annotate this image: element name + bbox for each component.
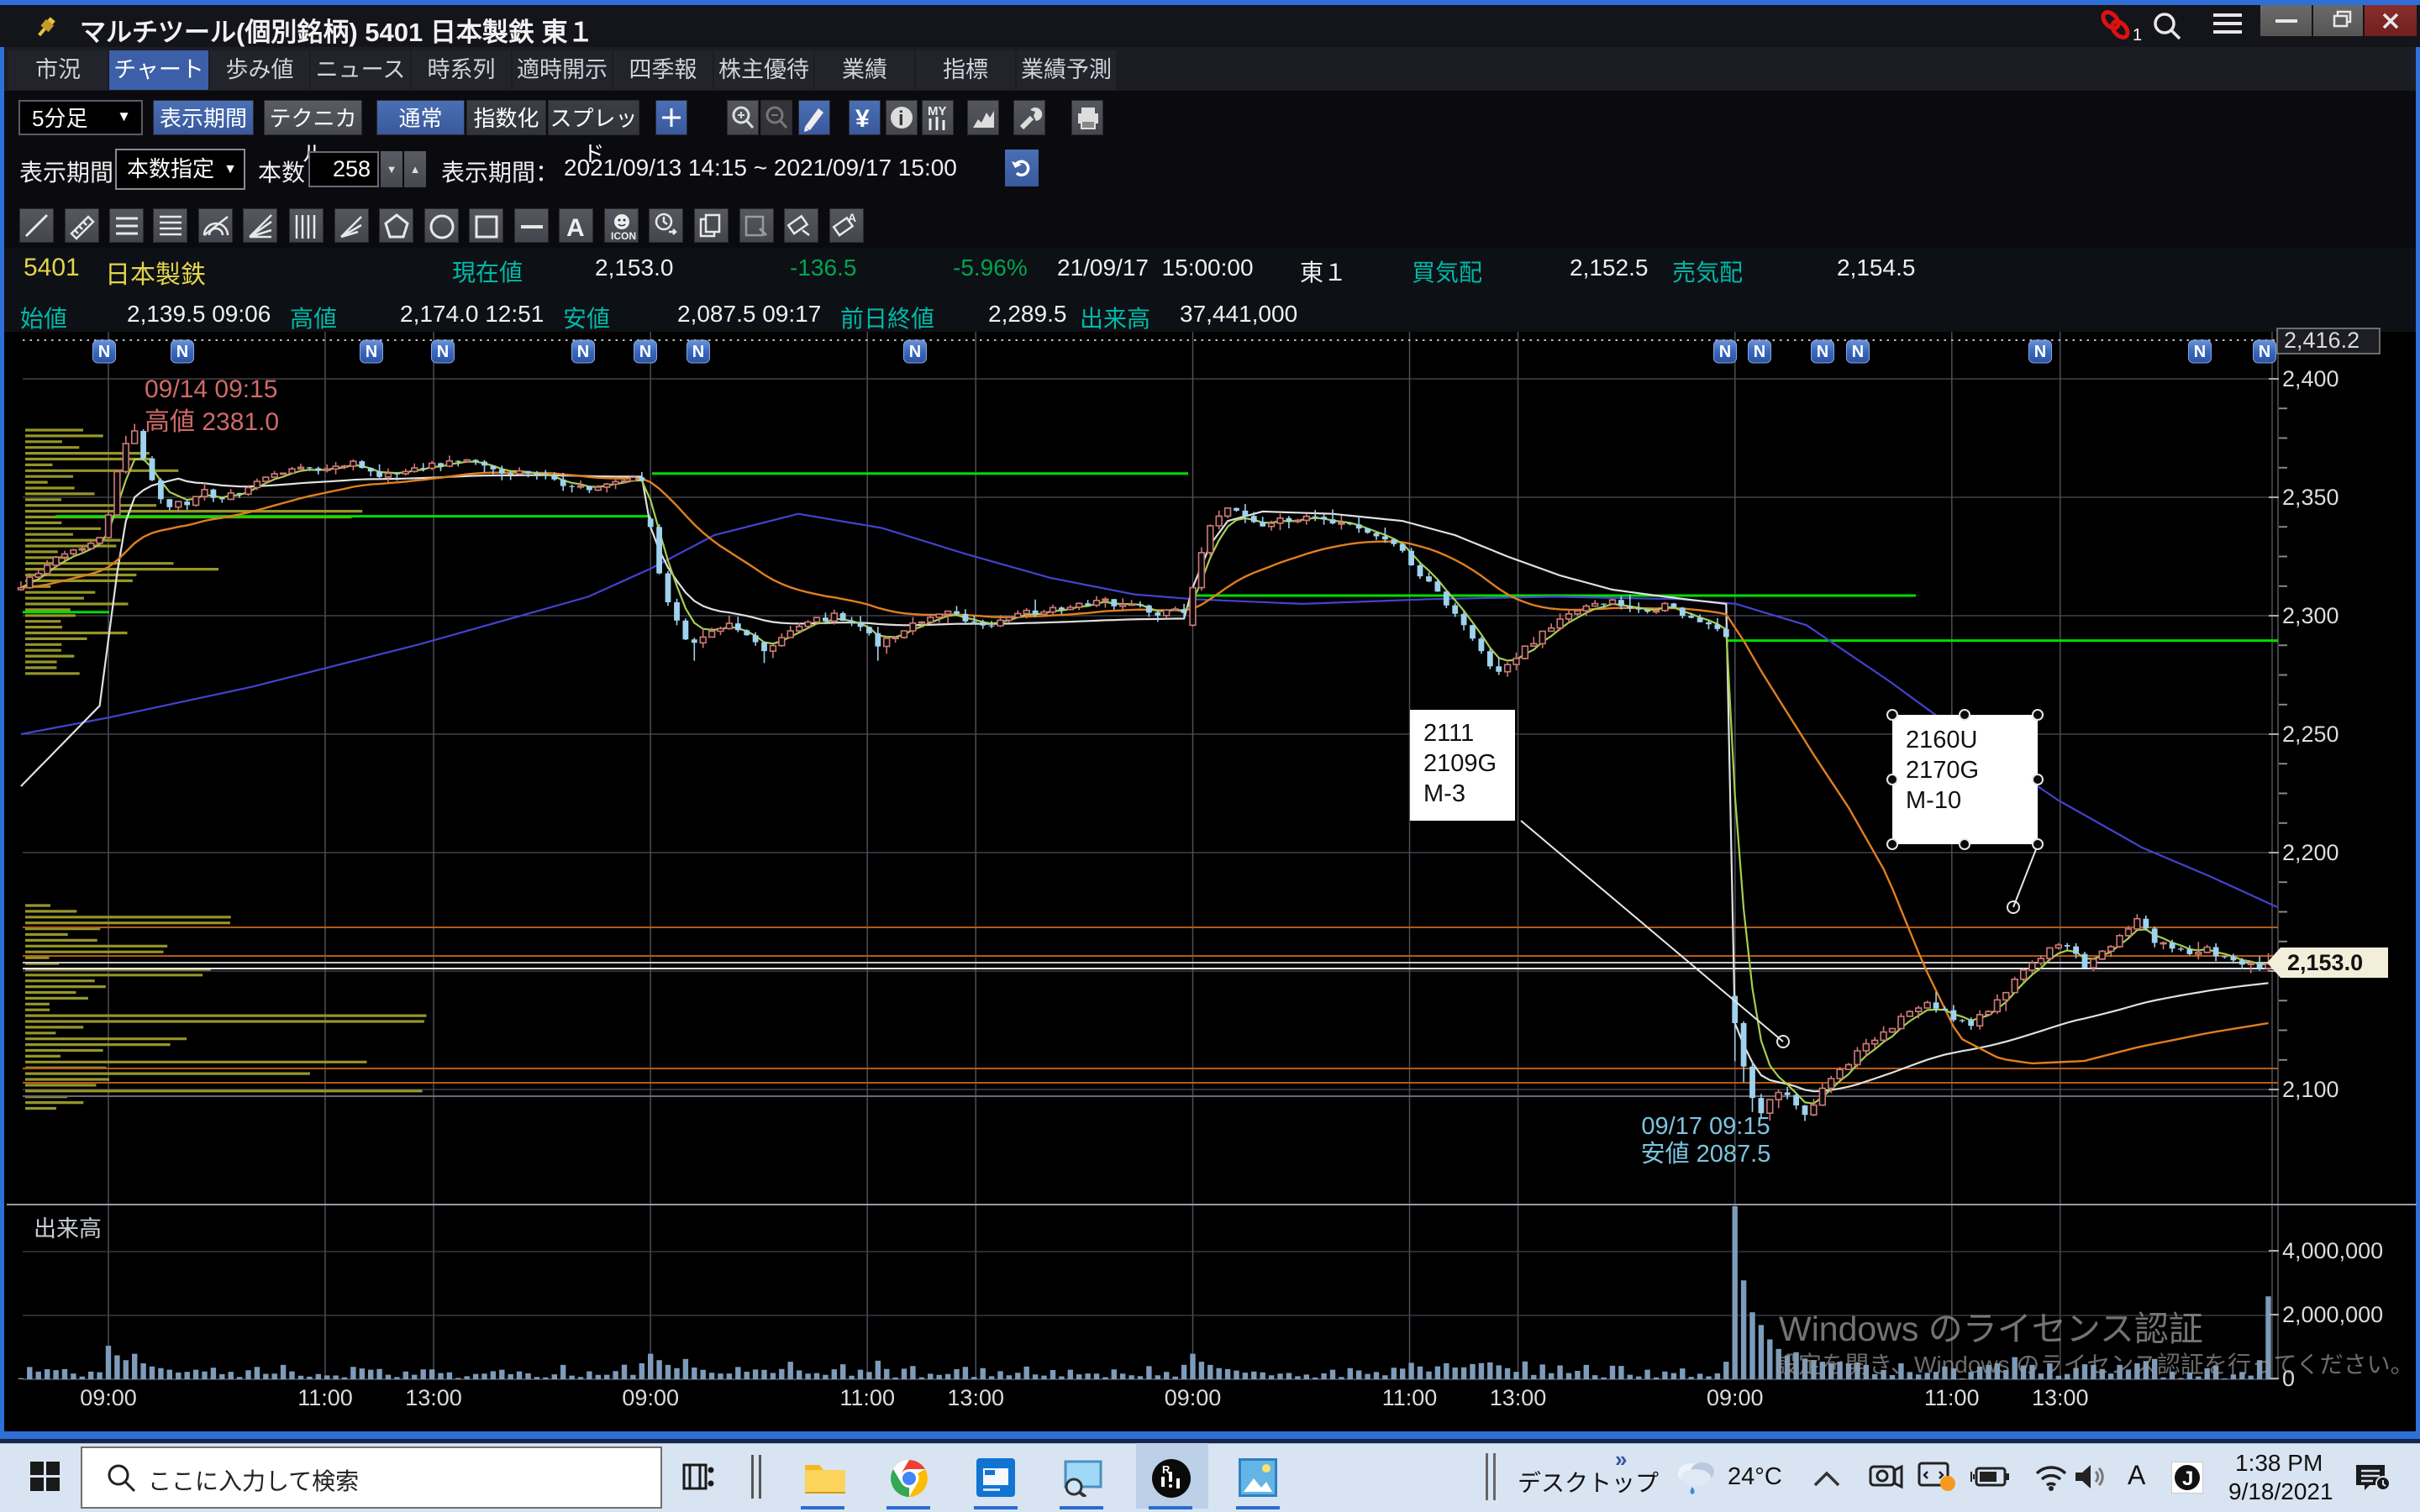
svg-text:2,100: 2,100 xyxy=(2282,1077,2339,1102)
svg-text:出来高: 出来高 xyxy=(34,1216,102,1242)
svg-text:2,400: 2,400 xyxy=(2282,366,2339,391)
svg-text:N: N xyxy=(437,343,449,361)
svg-text:M-10: M-10 xyxy=(1906,787,1961,814)
svg-text:J: J xyxy=(2182,1467,2193,1490)
svg-text:13:00: 13:00 xyxy=(1490,1385,1547,1410)
svg-text:09:00: 09:00 xyxy=(80,1385,137,1410)
svg-text:2111: 2111 xyxy=(1423,720,1474,747)
svg-text:2170G: 2170G xyxy=(1906,757,1979,784)
svg-text:N: N xyxy=(366,343,377,361)
svg-text:N: N xyxy=(1754,343,1765,361)
svg-text:11:00: 11:00 xyxy=(1924,1385,1980,1410)
svg-text:N: N xyxy=(1719,343,1731,361)
svg-text:13:00: 13:00 xyxy=(947,1385,1004,1410)
svg-text:11:00: 11:00 xyxy=(839,1385,895,1410)
svg-text:Windows のライセンス認証: Windows のライセンス認証 xyxy=(1779,1310,2203,1348)
svg-text:N: N xyxy=(2259,343,2270,361)
svg-text:N: N xyxy=(909,343,921,361)
svg-text:2,416.2: 2,416.2 xyxy=(2284,328,2360,353)
svg-text:N: N xyxy=(2194,343,2206,361)
svg-text:2,200: 2,200 xyxy=(2282,840,2339,865)
svg-text:09/17 09:15: 09/17 09:15 xyxy=(1641,1113,1770,1140)
svg-text:N: N xyxy=(692,343,704,361)
svg-text:09:00: 09:00 xyxy=(1707,1385,1764,1410)
svg-text:N: N xyxy=(2034,343,2046,361)
svg-text:N: N xyxy=(176,343,188,361)
svg-text:09:00: 09:00 xyxy=(622,1385,679,1410)
svg-text:N: N xyxy=(1817,343,1828,361)
svg-text:11:00: 11:00 xyxy=(1382,1385,1438,1410)
svg-text:2,000,000: 2,000,000 xyxy=(2282,1302,2383,1327)
svg-text:13:00: 13:00 xyxy=(2032,1385,2089,1410)
svg-text:N: N xyxy=(1852,343,1864,361)
svg-text:N: N xyxy=(639,343,651,361)
svg-text:2,153.0: 2,153.0 xyxy=(2287,950,2363,975)
svg-text:4,000,000: 4,000,000 xyxy=(2282,1238,2383,1263)
svg-text:2160U: 2160U xyxy=(1906,727,1977,753)
svg-text:N: N xyxy=(577,343,589,361)
svg-text:安値 2087.5: 安値 2087.5 xyxy=(1641,1140,1771,1168)
svg-text:09/14 09:15: 09/14 09:15 xyxy=(145,375,277,403)
svg-text:09:00: 09:00 xyxy=(1165,1385,1222,1410)
svg-text:11:00: 11:00 xyxy=(297,1385,353,1410)
svg-text:2,250: 2,250 xyxy=(2282,722,2339,747)
svg-text:高値 2381.0: 高値 2381.0 xyxy=(145,408,279,436)
svg-text:M-3: M-3 xyxy=(1423,780,1465,807)
svg-text:13:00: 13:00 xyxy=(405,1385,462,1410)
svg-text:N: N xyxy=(98,343,110,361)
svg-text:設定を開き、Windows のライセンス認証を行ってください: 設定を開き、Windows のライセンス認証を行ってください。 xyxy=(1775,1352,2414,1378)
svg-text:2,300: 2,300 xyxy=(2282,603,2339,628)
svg-text:2109G: 2109G xyxy=(1423,750,1497,777)
svg-text:2,350: 2,350 xyxy=(2282,485,2339,510)
